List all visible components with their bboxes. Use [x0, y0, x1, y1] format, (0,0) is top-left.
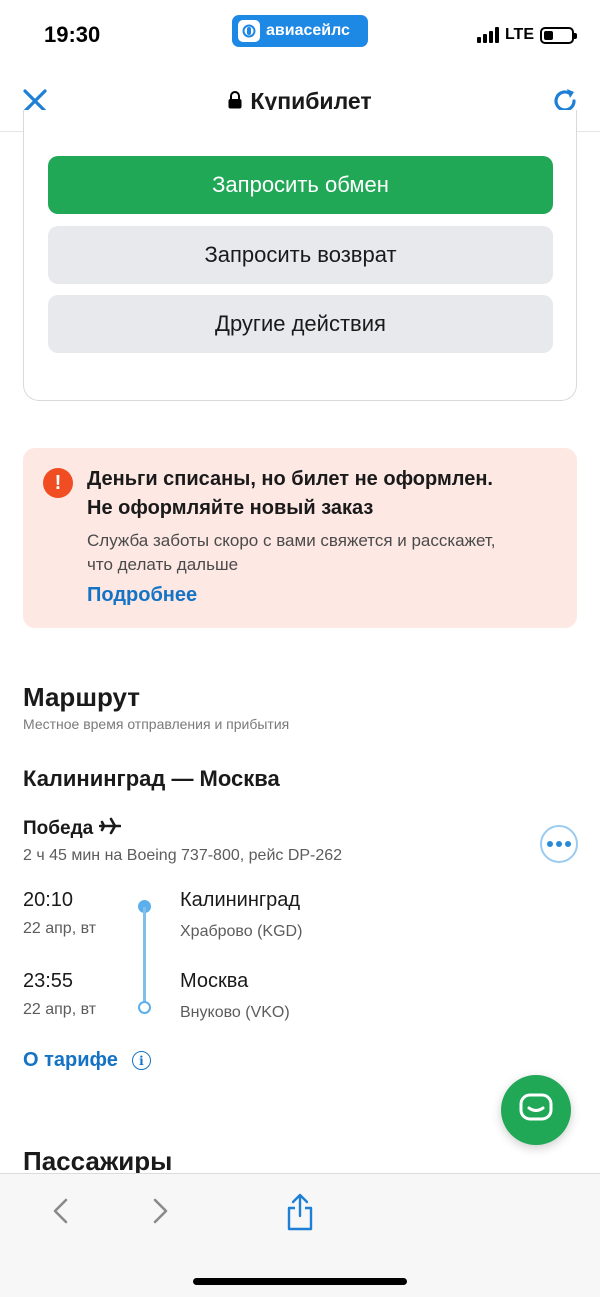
aviasales-app-icon: [238, 20, 260, 42]
chat-button[interactable]: [501, 1075, 571, 1145]
departure-city: Калининград: [180, 889, 301, 911]
route-heading: Маршрут: [23, 682, 141, 712]
arrival-time: 23:55: [23, 970, 74, 992]
request-refund-button[interactable]: Запросить возврат: [48, 226, 553, 284]
alert-title: Деньги списаны, но билет не оформлен. Не…: [87, 468, 493, 519]
arrival-date: 22 апр, вт: [23, 1001, 97, 1018]
network-label: LTE: [504, 26, 534, 43]
browser-toolbar: [0, 1173, 600, 1297]
back-chevron-icon[interactable]: [48, 1196, 74, 1226]
share-icon[interactable]: [283, 1192, 317, 1232]
chat-icon: [519, 1093, 553, 1128]
order-actions-card: Запросить обмен Запросить возврат Другие…: [23, 110, 577, 401]
arrival-dot: [138, 1001, 151, 1014]
departure-date: 22 апр, вт: [23, 920, 97, 937]
back-to-app-pill[interactable]: авиасейлс: [232, 15, 368, 47]
status-bar: 19:30 авиасейлс LTE: [0, 0, 600, 70]
plane-icon: [98, 817, 122, 841]
tariff-link[interactable]: О тарифе i: [23, 1049, 151, 1072]
departure-time: 20:10: [23, 889, 74, 911]
arrival-airport: Внуково (VKO): [180, 1004, 290, 1021]
timeline-line: [143, 907, 146, 1005]
alert-body: Служба заботы скоро с вами свяжется и ра…: [87, 531, 496, 574]
request-exchange-button[interactable]: Запросить обмен: [48, 156, 553, 214]
arrival-city: Москва: [180, 970, 249, 992]
battery-icon: [540, 26, 577, 44]
more-options-icon[interactable]: [540, 825, 578, 863]
alert-more-link[interactable]: Подробнее: [87, 584, 197, 607]
status-time: 19:30: [44, 22, 101, 47]
app-pill-label: авиасейлс: [266, 22, 350, 39]
flight-details: 2 ч 45 мин на Boeing 737-800, рейс DP-26…: [23, 847, 343, 864]
route-subheading: Местное время отправления и прибытия: [23, 716, 290, 732]
payment-alert: ! Деньги списаны, но билет не оформлен. …: [23, 448, 577, 628]
home-indicator: [193, 1278, 407, 1285]
signal-icon: [476, 27, 499, 43]
departure-airport: Храброво (KGD): [180, 923, 303, 940]
exclamation-icon: !: [43, 468, 73, 498]
forward-chevron-icon[interactable]: [147, 1196, 173, 1226]
status-indicators: LTE: [476, 26, 577, 44]
other-actions-button[interactable]: Другие действия: [48, 295, 553, 353]
info-icon[interactable]: i: [131, 1051, 151, 1070]
route-cities: Калининград — Москва: [23, 766, 280, 791]
airline-name: Победа: [23, 817, 122, 841]
